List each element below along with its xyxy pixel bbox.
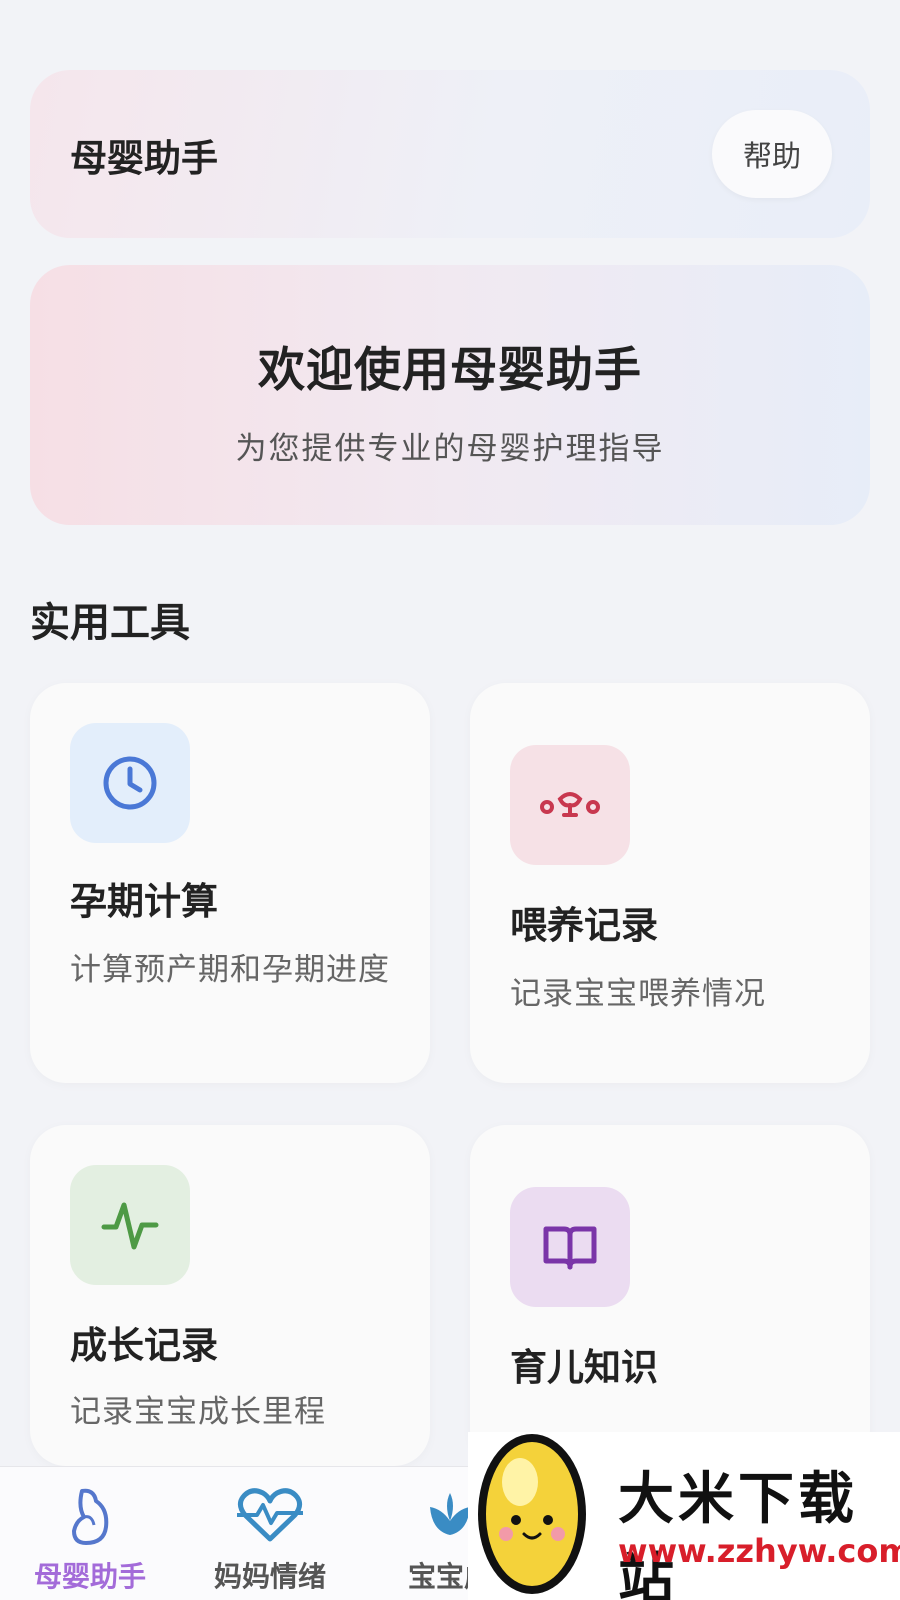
rice-mascot-icon — [478, 1434, 586, 1594]
book-icon-box — [510, 1187, 630, 1307]
tool-card-feeding-record[interactable]: 喂养记录 记录宝宝喂养情况 — [470, 683, 870, 1083]
nav-item-mom-mood[interactable]: 妈妈情绪 — [180, 1475, 360, 1599]
app-title: 母婴助手 — [70, 137, 218, 180]
header-card: 母婴助手 帮助 — [30, 70, 870, 238]
help-button[interactable]: 帮助 — [712, 110, 832, 198]
watermark-url: www.zzhyw.com — [618, 1532, 900, 1570]
clock-icon — [103, 756, 157, 810]
feeding-icon-box — [510, 745, 630, 865]
book-icon — [543, 1226, 597, 1270]
tool-card-growth-record[interactable]: 成长记录 记录宝宝成长里程 — [30, 1125, 430, 1466]
section-title: 实用工具 — [30, 600, 190, 646]
pregnant-icon — [72, 1488, 109, 1545]
pulse-icon-box — [70, 1165, 190, 1285]
tool-card-title: 喂养记录 — [510, 904, 658, 947]
nav-item-mother-baby-assistant[interactable]: 母婴助手 — [0, 1475, 180, 1599]
watermark-title: 大米下载站 — [618, 1467, 858, 1600]
tool-card-title: 成长记录 — [70, 1324, 218, 1367]
clock-icon-box — [70, 723, 190, 843]
nav-label: 母婴助手 — [33, 1560, 146, 1593]
tool-card-desc: 记录宝宝喂养情况 — [510, 976, 766, 1012]
tool-card-parenting-knowledge[interactable]: 育儿知识 — [470, 1125, 870, 1466]
tool-card-desc: 记录宝宝成长里程 — [70, 1394, 326, 1430]
watermark: 大米下载站 www.zzhyw.com — [468, 1432, 900, 1600]
nav-label: 妈妈情绪 — [213, 1560, 326, 1593]
tool-card-title: 孕期计算 — [70, 880, 218, 923]
pulse-icon — [101, 1202, 159, 1250]
tool-card-title: 育儿知识 — [510, 1346, 658, 1389]
tool-card-desc: 计算预产期和孕期进度 — [70, 952, 390, 988]
banner-title: 欢迎使用母婴助手 — [258, 343, 642, 398]
heart-pulse-icon — [237, 1488, 303, 1542]
banner-subtitle: 为您提供专业的母婴护理指导 — [235, 431, 665, 467]
tool-card-pregnancy-calc[interactable]: 孕期计算 计算预产期和孕期进度 — [30, 683, 430, 1083]
welcome-banner: 欢迎使用母婴助手 为您提供专业的母婴护理指导 — [30, 265, 870, 525]
app-screen: 母婴助手 帮助 欢迎使用母婴助手 为您提供专业的母婴护理指导 实用工具 孕期计算… — [0, 0, 900, 1600]
feeding-icon — [540, 792, 600, 817]
